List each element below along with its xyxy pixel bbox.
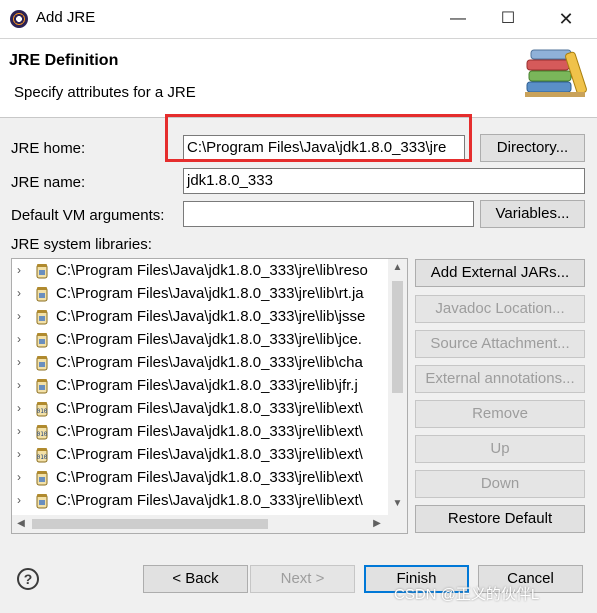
jre-name-label: JRE name: bbox=[11, 174, 86, 191]
expand-arrow-icon[interactable]: › bbox=[17, 309, 21, 323]
jar-icon bbox=[36, 379, 48, 394]
vm-args-label: Default VM arguments: bbox=[11, 207, 165, 224]
jar-icon bbox=[36, 310, 48, 325]
library-path: C:\Program Files\Java\jdk1.8.0_333\jre\l… bbox=[56, 308, 366, 325]
title-bar: Add JRE — ☐ ✕ bbox=[0, 0, 597, 38]
library-path: C:\Program Files\Java\jdk1.8.0_333\jre\l… bbox=[56, 377, 358, 394]
jar-icon bbox=[36, 264, 48, 279]
library-row[interactable]: › 010 C:\Program Files\Java\jdk1.8.0_333\j… bbox=[12, 444, 388, 467]
add-external-jars-button[interactable]: Add External JARs... bbox=[415, 259, 585, 287]
scrollbar-corner bbox=[388, 515, 407, 533]
scroll-left-icon[interactable]: ◀ bbox=[12, 515, 30, 533]
expand-arrow-icon[interactable]: › bbox=[17, 263, 21, 277]
library-row[interactable]: › C:\Program Files\Java\jdk1.8.0_333\jre\… bbox=[12, 490, 388, 513]
maximize-button[interactable]: ☐ bbox=[495, 6, 521, 32]
expand-arrow-icon[interactable]: › bbox=[17, 470, 21, 484]
expand-arrow-icon[interactable]: › bbox=[17, 447, 21, 461]
svg-text:010: 010 bbox=[37, 431, 48, 438]
jar-icon bbox=[36, 494, 48, 509]
horizontal-scroll-thumb[interactable] bbox=[32, 519, 268, 529]
jar-icon bbox=[36, 356, 48, 371]
window-title: Add JRE bbox=[36, 9, 96, 26]
expand-arrow-icon[interactable]: › bbox=[17, 378, 21, 392]
back-button[interactable]: < Back bbox=[143, 565, 248, 593]
page-subtitle: Specify attributes for a JRE bbox=[14, 84, 196, 101]
vertical-scrollbar[interactable]: ▲ ▼ bbox=[388, 259, 407, 515]
library-books-icon bbox=[525, 49, 587, 97]
svg-text:010: 010 bbox=[37, 454, 48, 461]
binary-jar-icon: 010 bbox=[36, 425, 48, 440]
scroll-down-icon[interactable]: ▼ bbox=[388, 495, 407, 513]
javadoc-location-button[interactable]: Javadoc Location... bbox=[415, 295, 585, 323]
help-icon[interactable]: ? bbox=[17, 568, 39, 590]
eclipse-icon bbox=[10, 10, 28, 28]
library-row[interactable]: › C:\Program Files\Java\jdk1.8.0_333\jre\… bbox=[12, 283, 388, 306]
jar-icon bbox=[36, 333, 48, 348]
jar-icon bbox=[36, 471, 48, 486]
library-row[interactable]: › 010 C:\Program Files\Java\jdk1.8.0_333\j… bbox=[12, 421, 388, 444]
library-row[interactable]: › C:\Program Files\Java\jdk1.8.0_333\jre\… bbox=[12, 329, 388, 352]
source-attachment-button[interactable]: Source Attachment... bbox=[415, 330, 585, 358]
jre-name-field[interactable]: jdk1.8.0_333 bbox=[183, 168, 585, 194]
remove-button[interactable]: Remove bbox=[415, 400, 585, 428]
svg-text:010: 010 bbox=[37, 408, 48, 415]
library-path: C:\Program Files\Java\jdk1.8.0_333\jre\l… bbox=[56, 400, 363, 417]
next-button[interactable]: Next > bbox=[250, 565, 355, 593]
library-path: C:\Program Files\Java\jdk1.8.0_333\jre\l… bbox=[56, 331, 362, 348]
watermark-text: CSDN @正义的伙伴L bbox=[394, 586, 540, 603]
expand-arrow-icon[interactable]: › bbox=[17, 286, 21, 300]
binary-jar-icon: 010 bbox=[36, 402, 48, 417]
scroll-right-icon[interactable]: ▶ bbox=[368, 515, 386, 533]
expand-arrow-icon[interactable]: › bbox=[17, 401, 21, 415]
highlight-annotation bbox=[165, 114, 472, 162]
jar-icon bbox=[36, 287, 48, 302]
up-button[interactable]: Up bbox=[415, 435, 585, 463]
library-path: C:\Program Files\Java\jdk1.8.0_333\jre\l… bbox=[56, 423, 363, 440]
libraries-label: JRE system libraries: bbox=[11, 236, 152, 253]
library-row[interactable]: › C:\Program Files\Java\jdk1.8.0_333\jre\… bbox=[12, 306, 388, 329]
restore-default-button[interactable]: Restore Default bbox=[415, 505, 585, 533]
vm-args-field[interactable] bbox=[183, 201, 474, 227]
binary-jar-icon: 010 bbox=[36, 448, 48, 463]
library-list[interactable]: › C:\Program Files\Java\jdk1.8.0_333\jre\… bbox=[11, 258, 408, 534]
library-path: C:\Program Files\Java\jdk1.8.0_333\jre\l… bbox=[56, 469, 363, 486]
library-path: C:\Program Files\Java\jdk1.8.0_333\jre\l… bbox=[56, 262, 368, 279]
library-row[interactable]: › C:\Program Files\Java\jdk1.8.0_333\jre\… bbox=[12, 375, 388, 398]
library-path: C:\Program Files\Java\jdk1.8.0_333\jre\l… bbox=[56, 285, 364, 302]
library-path: C:\Program Files\Java\jdk1.8.0_333\jre\l… bbox=[56, 446, 363, 463]
library-row[interactable]: › C:\Program Files\Java\jdk1.8.0_333\jre\… bbox=[12, 467, 388, 490]
minimize-button[interactable]: — bbox=[445, 6, 471, 32]
jre-home-label: JRE home: bbox=[11, 140, 86, 157]
expand-arrow-icon[interactable]: › bbox=[17, 332, 21, 346]
scroll-up-icon[interactable]: ▲ bbox=[388, 259, 407, 277]
wizard-banner: JRE Definition Specify attributes for a … bbox=[0, 38, 597, 118]
expand-arrow-icon[interactable]: › bbox=[17, 493, 21, 507]
down-button[interactable]: Down bbox=[415, 470, 585, 498]
external-annotations-button[interactable]: External annotations... bbox=[415, 365, 585, 393]
library-row[interactable]: › 010 C:\Program Files\Java\jdk1.8.0_333\j… bbox=[12, 398, 388, 421]
variables-button[interactable]: Variables... bbox=[480, 200, 585, 228]
expand-arrow-icon[interactable]: › bbox=[17, 424, 21, 438]
horizontal-scrollbar[interactable]: ◀ ▶ bbox=[12, 515, 407, 533]
close-button[interactable]: ✕ bbox=[553, 6, 579, 32]
library-path: C:\Program Files\Java\jdk1.8.0_333\jre\l… bbox=[56, 492, 363, 509]
page-title: JRE Definition bbox=[9, 52, 119, 69]
directory-button[interactable]: Directory... bbox=[480, 134, 585, 162]
vertical-scroll-thumb[interactable] bbox=[392, 281, 403, 393]
library-row[interactable]: › C:\Program Files\Java\jdk1.8.0_333\jre\… bbox=[12, 352, 388, 375]
expand-arrow-icon[interactable]: › bbox=[17, 355, 21, 369]
library-path: C:\Program Files\Java\jdk1.8.0_333\jre\l… bbox=[56, 354, 363, 371]
library-row[interactable]: › C:\Program Files\Java\jdk1.8.0_333\jre\… bbox=[12, 260, 388, 283]
